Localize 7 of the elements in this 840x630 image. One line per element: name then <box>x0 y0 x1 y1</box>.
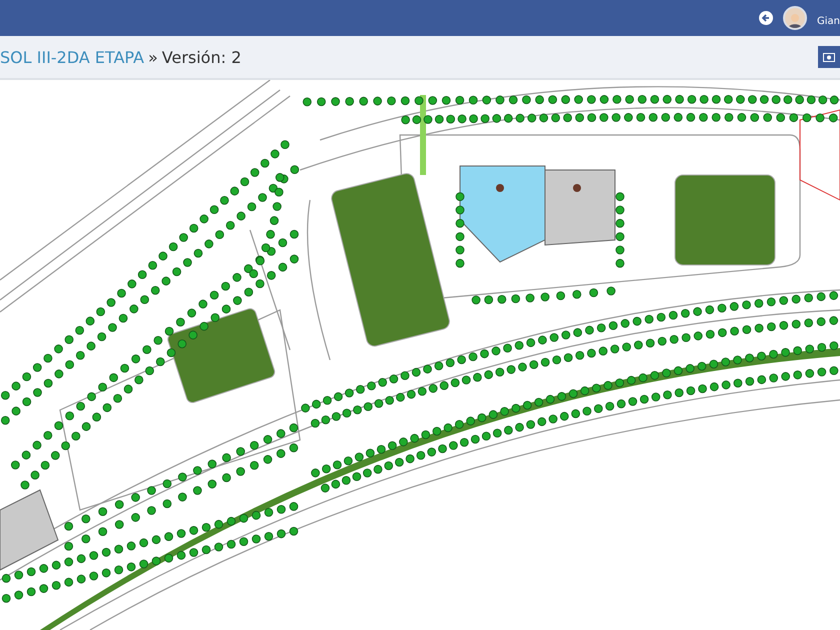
version-label: Versión: 2 <box>162 48 242 66</box>
view-button[interactable] <box>818 46 840 68</box>
user-name[interactable]: Gian <box>817 16 840 26</box>
breadcrumb-separator: » <box>148 48 158 66</box>
user-avatar[interactable] <box>783 6 807 30</box>
back-icon[interactable] <box>759 11 773 25</box>
banknote-icon <box>823 52 835 62</box>
